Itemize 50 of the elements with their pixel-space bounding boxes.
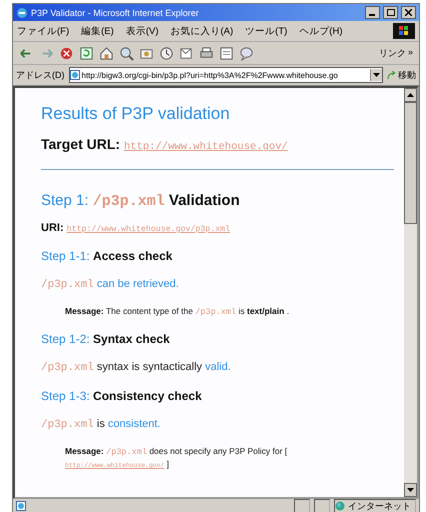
status-panel [314, 499, 330, 512]
menu-item[interactable]: 編集(E) [81, 24, 114, 38]
page-icon [16, 501, 26, 511]
step-heading: Step 1: /p3p.xml Validation [41, 192, 241, 210]
window-title: P3P Validator - Microsoft Internet Explorer [31, 8, 200, 18]
globe-icon [335, 501, 345, 511]
message-text: Message: The content type of the /p3p.xml is text/plain . [65, 306, 290, 318]
substep-heading: Step 1-2: Syntax check [41, 332, 171, 346]
caret-icon [373, 73, 380, 77]
target-url-line: Target URL: http://www.whitehouse.gov/ [41, 136, 289, 153]
home-icon[interactable] [99, 46, 114, 60]
mail-icon[interactable] [179, 46, 194, 60]
result-text: /p3p.xml syntax is syntactically valid. [41, 361, 232, 374]
menu-item[interactable]: ファイル(F) [17, 24, 70, 38]
refresh-icon[interactable] [79, 46, 94, 60]
curved-arrow-icon [387, 70, 396, 80]
menu-item[interactable]: ツール(T) [245, 24, 288, 38]
maximize-icon [386, 9, 394, 16]
chat-bubble-icon[interactable] [239, 46, 254, 60]
document-icon[interactable] [219, 46, 234, 60]
maximize-button[interactable] [383, 6, 398, 19]
address-field[interactable]: http://bigw3.org/cgi-bin/p3p.pl?uri=http%3A%2F%2Fwww.whitehouse.go [68, 67, 383, 83]
printer-icon[interactable] [199, 46, 214, 60]
result-text: /p3p.xml can be retrieved. [41, 278, 180, 291]
scrollbar[interactable] [404, 88, 417, 497]
links-button[interactable]: リンク [378, 46, 406, 60]
more-button[interactable]: » [408, 46, 413, 60]
windows-logo-icon [393, 23, 415, 39]
substep-heading: Step 1-3: Consistency check [41, 389, 203, 404]
result-text: URI: http://www.whitehouse.gov/p3p.xml [41, 222, 232, 234]
menu-item[interactable]: 表示(V) [126, 24, 158, 38]
scroll-down-icon[interactable] [407, 488, 414, 492]
go-button[interactable]: 移動 [387, 68, 416, 82]
menu-item[interactable]: お気に入り(A) [170, 24, 234, 38]
substep-heading: Step 1-1: Access check [41, 249, 174, 263]
page-heading: Results of P3P validation [41, 104, 231, 124]
page-icon [70, 70, 80, 80]
status-panel [294, 499, 310, 512]
close-icon [405, 9, 412, 16]
dropdown-button[interactable] [370, 69, 382, 81]
menu-item[interactable]: ヘルプ(H) [299, 24, 342, 38]
zone-label: インターネット [348, 500, 411, 512]
result-text: /p3p.xml is consistent. [41, 418, 162, 432]
close-button[interactable] [401, 6, 416, 19]
minimize-button[interactable] [365, 6, 380, 19]
scroll-up-icon[interactable] [407, 93, 414, 97]
clock-icon[interactable] [159, 46, 174, 60]
address-label: アドレス(D) [16, 68, 64, 82]
search-icon[interactable] [119, 46, 134, 60]
stop-icon[interactable] [59, 46, 74, 60]
